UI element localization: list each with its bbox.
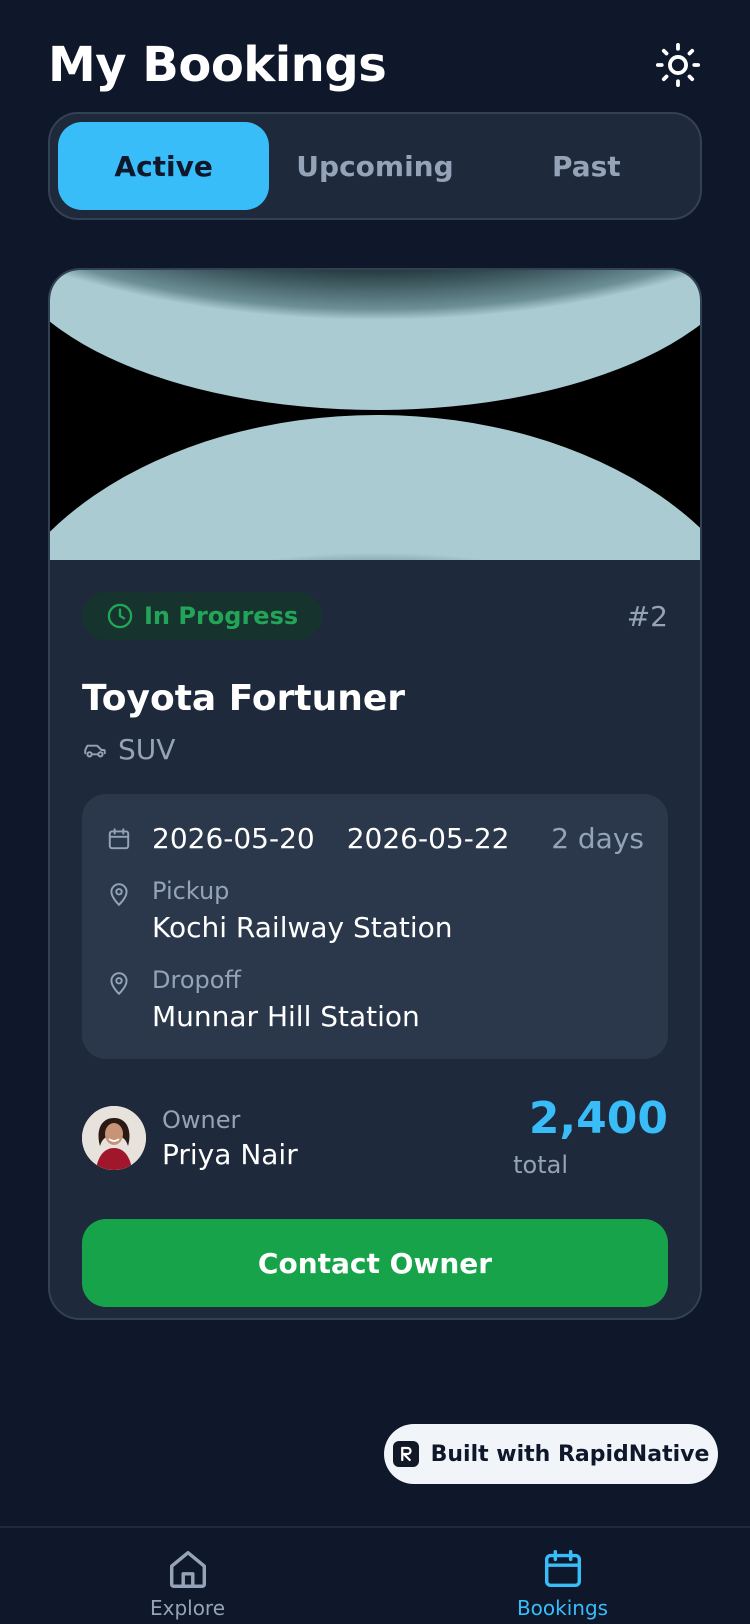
end-date: 2026-05-22 bbox=[346, 822, 510, 855]
built-with-label: Built with RapidNative bbox=[430, 1441, 710, 1467]
page-title: My Bookings bbox=[48, 37, 387, 93]
contact-owner-button[interactable]: Contact Owner bbox=[82, 1219, 668, 1307]
rapidnative-logo-icon bbox=[392, 1441, 419, 1467]
pickup-label: Pickup bbox=[152, 877, 230, 905]
booking-card: In Progress #2 Toyota Fortuner SUV 2026-… bbox=[48, 268, 702, 1320]
owner-row: Owner Priya Nair 2,400 total bbox=[82, 1093, 668, 1183]
nav-bookings-label: Bookings bbox=[516, 1596, 609, 1620]
built-with-badge[interactable]: Built with RapidNative bbox=[384, 1424, 718, 1484]
calendar-icon bbox=[544, 1550, 581, 1588]
pickup-value: Kochi Railway Station bbox=[152, 911, 453, 944]
trip-duration: 2 days bbox=[551, 822, 644, 855]
tab-upcoming[interactable]: Upcoming bbox=[269, 122, 480, 210]
home-icon bbox=[169, 1550, 206, 1588]
owner-name: Priya Nair bbox=[162, 1137, 298, 1171]
calendar-icon bbox=[108, 827, 130, 849]
car-image bbox=[50, 270, 700, 560]
bottom-nav: Explore Bookings bbox=[0, 1526, 750, 1624]
booking-id: #2 bbox=[626, 599, 668, 633]
car-type-label: SUV bbox=[118, 733, 176, 766]
car-type: SUV bbox=[82, 733, 668, 766]
nav-bookings[interactable]: Bookings bbox=[375, 1528, 750, 1624]
theme-toggle-button[interactable] bbox=[654, 41, 702, 89]
header: My Bookings bbox=[48, 30, 702, 100]
dropoff-label: Dropoff bbox=[152, 966, 241, 994]
booking-tabs: Active Upcoming Past bbox=[48, 112, 702, 220]
nav-explore[interactable]: Explore bbox=[0, 1528, 375, 1624]
car-icon bbox=[84, 744, 106, 757]
clock-icon bbox=[107, 603, 133, 629]
dropoff-location: Dropoff Munnar Hill Station bbox=[106, 966, 644, 1033]
map-pin-icon bbox=[110, 883, 128, 907]
avatar bbox=[82, 1106, 146, 1170]
map-pin-icon bbox=[110, 972, 128, 996]
car-name: Toyota Fortuner bbox=[82, 678, 405, 719]
price: 2,400 bbox=[529, 1093, 668, 1144]
sun-icon bbox=[655, 42, 701, 88]
start-date: 2026-05-20 bbox=[152, 822, 315, 855]
tab-active[interactable]: Active bbox=[58, 122, 270, 210]
tab-past[interactable]: Past bbox=[481, 122, 692, 210]
status-badge: In Progress bbox=[82, 592, 323, 640]
owner-label: Owner bbox=[162, 1105, 241, 1134]
nav-explore-label: Explore bbox=[149, 1596, 226, 1620]
pickup-location: Pickup Kochi Railway Station bbox=[106, 877, 644, 944]
price-label: total bbox=[513, 1151, 568, 1179]
status-label: In Progress bbox=[144, 602, 299, 630]
trip-details: 2026-05-20 2026-05-22 2 days Pickup Koch… bbox=[82, 794, 668, 1059]
price-value: 2,400 bbox=[528, 1093, 668, 1144]
dropoff-value: Munnar Hill Station bbox=[152, 1000, 420, 1033]
